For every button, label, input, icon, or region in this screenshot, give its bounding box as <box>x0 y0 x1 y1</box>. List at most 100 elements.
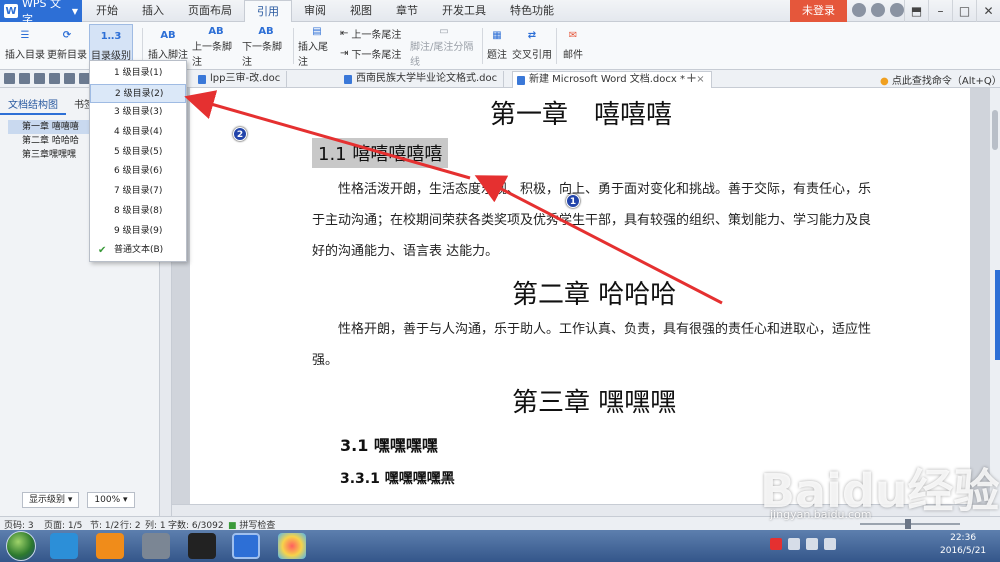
browser-icon[interactable] <box>50 533 78 559</box>
maximize-icon[interactable]: □ <box>952 0 976 22</box>
prev-endnote-button[interactable]: ⇤ 上一条尾注 <box>340 26 401 41</box>
new-tab-icon[interactable]: + <box>686 71 697 86</box>
mail-button[interactable]: ✉ 邮件 <box>561 24 585 68</box>
wps-logo-icon: W <box>4 4 18 18</box>
next-footnote-button[interactable]: AB 下一条脚注 <box>242 24 290 69</box>
paragraph-2[interactable]: 性格开朗，善于与人沟通，乐于助人。工作认真、负责，具有很强的责任心和进取心，适应… <box>312 314 882 376</box>
tab-document-map[interactable]: 文档结构图 <box>0 94 66 115</box>
caption-button[interactable]: ▦ 题注 <box>486 24 508 68</box>
flag-icon[interactable] <box>824 538 836 550</box>
login-button[interactable]: 未登录 <box>790 0 847 22</box>
nav-tabs: 文档结构图 书签 <box>0 94 102 115</box>
volume-icon[interactable] <box>806 538 818 550</box>
360-browser-icon[interactable] <box>96 533 124 559</box>
save-icon[interactable] <box>4 73 15 84</box>
doc-tab-new-word[interactable]: 新建 Microsoft Word 文档.docx * × <box>512 71 712 88</box>
section-3-1-heading[interactable]: 3.1 嘿嘿嘿嘿 <box>340 432 438 456</box>
sogou-icon[interactable] <box>770 538 782 550</box>
format-icon[interactable] <box>64 73 75 84</box>
qq-icon[interactable] <box>188 533 216 559</box>
next-endnote-button[interactable]: ⇥ 下一条尾注 <box>340 46 401 61</box>
close-tab-icon[interactable]: × <box>696 74 704 85</box>
section-3-1-1-heading[interactable]: 3.3.1 嘿嘿嘿嘿黑 <box>340 468 455 488</box>
paragraph-1[interactable]: 性格活泼开朗，生活态度乐观、积极，向上、勇于面对变化和挑战。善于交际，有责任心，… <box>312 174 882 267</box>
show-level-select[interactable]: 显示级别 ▾ <box>22 492 80 508</box>
photo-app-icon[interactable] <box>278 533 306 559</box>
system-tray <box>770 538 836 550</box>
prev-footnote-label: 上一条脚注 <box>192 42 232 68</box>
document-page[interactable]: 第一章 嘻嘻嘻 1.1 嘻嘻嘻嘻嘻 性格活泼开朗，生活态度乐观、积极，向上、勇于… <box>190 88 970 504</box>
menu-item-level-9[interactable]: 9 级目录(9) <box>90 222 186 242</box>
doc-tab-label: 西南民族大学毕业论文格式.doc <box>356 73 498 84</box>
prev-footnote-icon: AB <box>208 25 224 37</box>
cross-ref-button[interactable]: ⇄ 交叉引用 <box>512 24 552 68</box>
mail-label: 邮件 <box>563 50 583 61</box>
tab-home[interactable]: 开始 <box>84 0 130 22</box>
doc-tab-lpp[interactable]: lpp三审-改.doc <box>194 71 288 88</box>
side-panel-toggle[interactable] <box>995 270 1000 360</box>
tab-section[interactable]: 章节 <box>384 0 430 22</box>
app-menu-button[interactable]: W WPS 文字 ▼ <box>0 0 82 26</box>
shirt-icon[interactable] <box>871 3 885 17</box>
insert-toc-button[interactable]: ☰ 插入目录 <box>4 24 46 68</box>
restore-icon[interactable]: ⬒ <box>904 0 928 22</box>
cross-ref-icon: ⇄ <box>527 29 537 41</box>
print-icon[interactable] <box>34 73 45 84</box>
nav-footer: 显示级别 ▾ 100% ▾ <box>22 492 135 508</box>
paragraph-2-text: 性格开朗，善于与人沟通，乐于助人。工作认真、负责，具有很强的责任心和进取心，适应… <box>312 322 872 368</box>
separator-icon: ▭ <box>439 25 449 37</box>
refresh-icon: ⟳ <box>62 29 72 41</box>
tab-insert[interactable]: 插入 <box>130 0 176 22</box>
scrollbar-thumb[interactable] <box>992 110 998 150</box>
menu-item-body-text[interactable]: ✔ 普通文本(B) <box>90 241 186 261</box>
output-pdf-icon[interactable] <box>19 73 30 84</box>
show-level-label: 显示级别 <box>29 495 66 505</box>
baidu-watermark-url: jingyan.baidu.com <box>770 508 872 521</box>
tab-references[interactable]: 引用 <box>244 0 292 22</box>
windows-taskbar: 22:36 2016/5/21 <box>0 530 1000 562</box>
insert-endnote-button[interactable]: ▤ 插入尾注 <box>298 24 336 69</box>
network-icon[interactable] <box>788 538 800 550</box>
close-icon[interactable]: ✕ <box>976 0 1000 22</box>
preview-icon[interactable] <box>49 73 60 84</box>
start-button[interactable] <box>6 531 36 561</box>
skin-icon[interactable] <box>852 3 866 17</box>
menu-item-level-1[interactable]: 1 级目录(1) <box>90 64 186 84</box>
tab-page-layout[interactable]: 页面布局 <box>176 0 244 22</box>
system-clock[interactable]: 22:36 2016/5/21 <box>940 532 986 558</box>
menu-item-level-5[interactable]: 5 级目录(5) <box>90 143 186 163</box>
section-1-1-heading[interactable]: 1.1 嘻嘻嘻嘻嘻 <box>312 138 449 168</box>
nav-zoom-select[interactable]: 100% ▾ <box>87 492 135 508</box>
footnote-separator-label: 脚注/尾注分隔线 <box>410 42 474 68</box>
menu-item-level-8[interactable]: 8 级目录(8) <box>90 202 186 222</box>
tab-review[interactable]: 审阅 <box>292 0 338 22</box>
chapter-1-heading[interactable]: 第一章 嘻嘻嘻 <box>490 94 672 131</box>
ribbon-divider <box>556 28 557 64</box>
tab-developer[interactable]: 开发工具 <box>430 0 498 22</box>
doc-tab-thesis-format[interactable]: 西南民族大学毕业论文格式.doc <box>340 71 505 88</box>
menu-bar: W WPS 文字 ▼ 开始 插入 页面布局 引用 审阅 视图 章节 开发工具 特… <box>0 0 1000 26</box>
chapter-3-heading[interactable]: 第三章 嘿嘿嘿 <box>512 382 676 419</box>
tab-view[interactable]: 视图 <box>338 0 384 22</box>
minimize-icon[interactable]: – <box>928 0 952 22</box>
help-icon[interactable] <box>890 3 904 17</box>
toc-level-dropdown: 1 级目录(1) 2 级目录(2) 3 级目录(3) 4 级目录(4) 5 级目… <box>89 60 187 262</box>
wps-taskbar-icon[interactable] <box>232 533 260 559</box>
menu-item-level-6[interactable]: 6 级目录(6) <box>90 162 186 182</box>
update-toc-button[interactable]: ⟳ 更新目录 <box>46 24 88 68</box>
media-player-icon[interactable] <box>142 533 170 559</box>
toc-icon: ☰ <box>20 29 30 41</box>
menu-item-level-2[interactable]: 2 级目录(2) <box>90 83 186 104</box>
menu-item-level-4[interactable]: 4 级目录(4) <box>90 123 186 143</box>
menu-item-level-7[interactable]: 7 级目录(7) <box>90 182 186 202</box>
menu-tabs: 开始 插入 页面布局 引用 审阅 视图 章节 开发工具 特色功能 <box>84 0 566 22</box>
menu-item-level-3[interactable]: 3 级目录(3) <box>90 103 186 123</box>
footnote-separator-button[interactable]: ▭ 脚注/尾注分隔线 <box>410 24 478 69</box>
next-endnote-label: 下一条尾注 <box>351 50 402 61</box>
find-command-box[interactable]: ● 点此查找命令（Alt+Q） <box>880 72 1000 87</box>
caption-icon: ▦ <box>492 29 502 41</box>
prev-footnote-button[interactable]: AB 上一条脚注 <box>192 24 240 69</box>
chapter-2-heading[interactable]: 第二章 哈哈哈 <box>512 274 676 311</box>
doc-tab-label: 新建 Microsoft Word 文档.docx * <box>529 74 685 85</box>
tab-features[interactable]: 特色功能 <box>498 0 566 22</box>
